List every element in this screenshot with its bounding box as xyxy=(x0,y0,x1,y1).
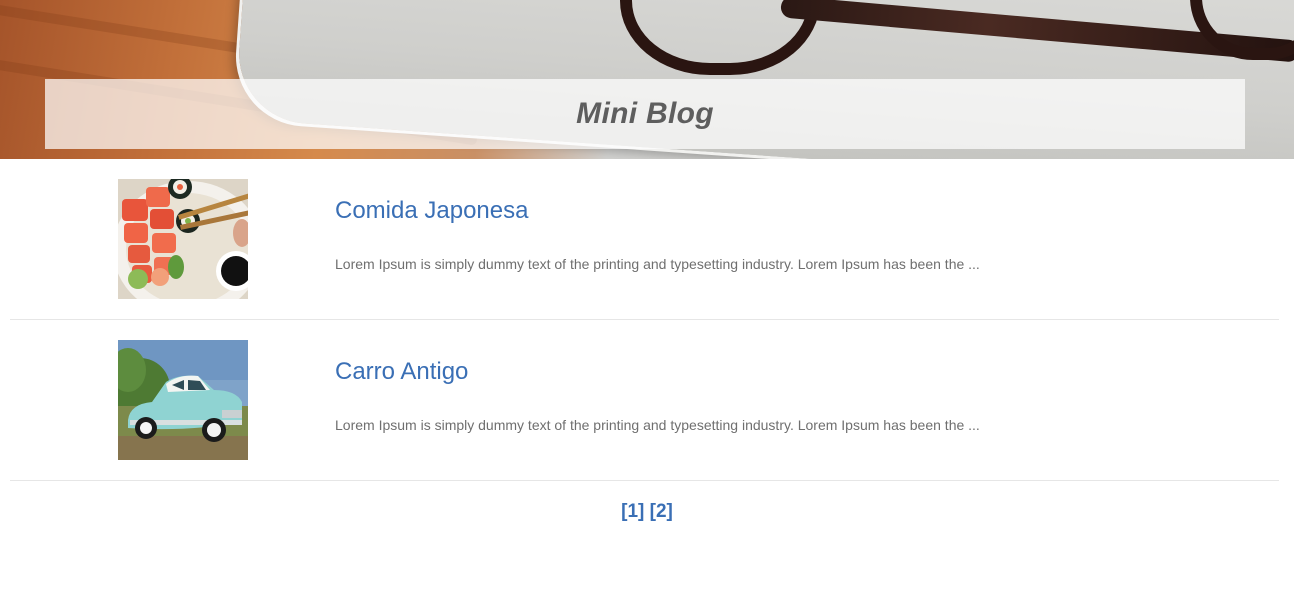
header-banner: Mini Blog xyxy=(0,0,1294,159)
post-title-link[interactable]: Carro Antigo xyxy=(335,358,468,386)
pagination: [1] [2] xyxy=(0,501,1294,523)
post-excerpt: Lorem Ipsum is simply dummy text of the … xyxy=(335,417,980,433)
title-bar: Mini Blog xyxy=(45,79,1245,149)
sushi-photo xyxy=(118,179,248,299)
post-thumbnail-car[interactable] xyxy=(118,340,248,460)
page-link-2[interactable]: [2] xyxy=(650,501,673,522)
post-title-link[interactable]: Comida Japonesa xyxy=(335,197,528,225)
post-excerpt: Lorem Ipsum is simply dummy text of the … xyxy=(335,256,980,272)
page-link-1[interactable]: [1] xyxy=(621,501,644,522)
vintage-car-photo xyxy=(118,340,248,460)
post-item: Carro Antigo Lorem Ipsum is simply dummy… xyxy=(10,340,1279,481)
post-thumbnail-sushi[interactable] xyxy=(118,179,248,299)
post-item: Comida Japonesa Lorem Ipsum is simply du… xyxy=(10,179,1279,320)
site-title[interactable]: Mini Blog xyxy=(576,97,714,131)
